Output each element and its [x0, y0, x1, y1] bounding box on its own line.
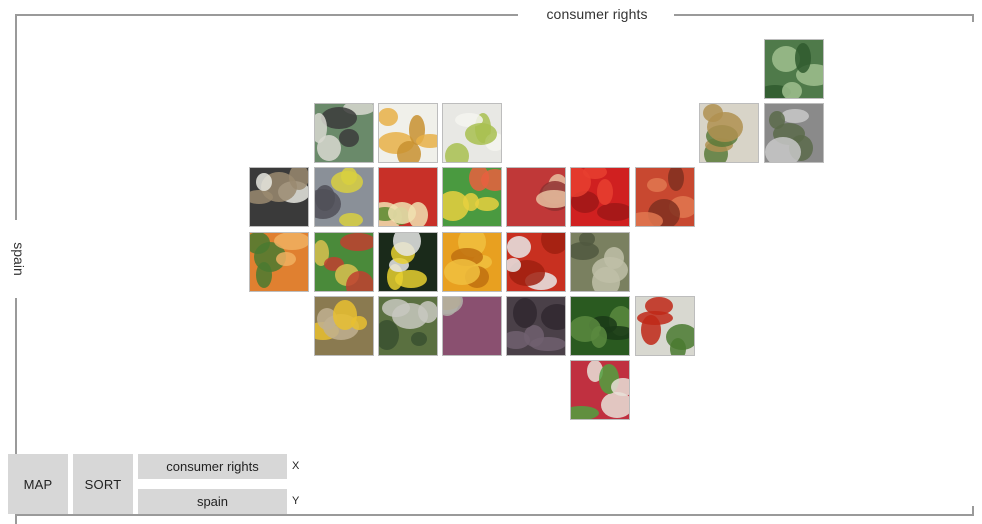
image-tile-apples-cut[interactable] [378, 167, 438, 227]
cucumber-photo-icon [765, 40, 823, 98]
image-tile-sunflower[interactable] [314, 296, 374, 356]
image-tile-cucumbers[interactable] [570, 296, 630, 356]
frame-line-right-bottom [972, 506, 974, 516]
image-tile-papaya[interactable] [249, 232, 309, 292]
y-axis-letter: Y [292, 495, 300, 507]
image-tile-greenhouse[interactable] [764, 103, 824, 163]
y-axis-title: spain [11, 242, 27, 276]
image-tile-tomatoes-vine[interactable] [635, 167, 695, 227]
image-tile-lemons-bottle[interactable] [378, 232, 438, 292]
greenhouse-photo-icon [765, 104, 823, 162]
tomatoes-photo-icon [571, 168, 629, 226]
apples-photo-icon [507, 168, 565, 226]
x-axis-title: consumer rights [546, 6, 648, 22]
frame-line-left-top [15, 14, 17, 220]
painting-photo-icon [443, 168, 501, 226]
tomato-branch-photo-icon [636, 297, 694, 355]
image-tile-pineapple[interactable] [699, 103, 759, 163]
image-tile-colorful-stall[interactable] [570, 360, 630, 420]
figs-photo-icon [507, 297, 565, 355]
image-tile-apples-red[interactable] [506, 167, 566, 227]
image-tile-tomatoes-red[interactable] [570, 167, 630, 227]
lemon-photo-icon [379, 233, 437, 291]
papaya-photo-icon [250, 233, 308, 291]
flower-photo-icon [315, 297, 373, 355]
kitchen-photo-icon [315, 168, 373, 226]
food-plate-photo-icon [379, 104, 437, 162]
market-photo-icon [315, 233, 373, 291]
image-tile-chips-plate[interactable] [378, 103, 438, 163]
orange-photo-icon [443, 233, 501, 291]
image-tile-oranges[interactable] [442, 232, 502, 292]
frame-line-bottom [16, 514, 974, 516]
image-tile-green-beans[interactable] [378, 296, 438, 356]
frame-line-top-right [674, 14, 974, 16]
image-tile-dark-fruit[interactable] [506, 296, 566, 356]
poster-photo-icon [315, 104, 373, 162]
sort-button[interactable]: SORT [73, 454, 133, 514]
image-tile-artichokes[interactable] [570, 232, 630, 292]
x-axis-select[interactable]: consumer rights [138, 454, 287, 479]
image-tile-onion-crate[interactable] [442, 296, 502, 356]
image-tile-tomato-crates[interactable] [506, 232, 566, 292]
apple-photo-icon [379, 168, 437, 226]
crate-photo-icon [507, 233, 565, 291]
chalkboard-photo-icon [250, 168, 308, 226]
image-tile-woman-poster[interactable] [314, 103, 374, 163]
onions-photo-icon [443, 297, 501, 355]
vine-tomatoes-photo-icon [636, 168, 694, 226]
image-tile-tomato-branch[interactable] [635, 296, 695, 356]
cucumbers-photo-icon [571, 297, 629, 355]
image-tile-rooftop-sign[interactable] [249, 167, 309, 227]
lime-photo-icon [443, 104, 501, 162]
image-tile-veg-market[interactable] [314, 232, 374, 292]
image-tile-cucumbers-wrapped[interactable] [764, 39, 824, 99]
x-axis-letter: X [292, 460, 300, 472]
image-tile-painted-fruit[interactable] [442, 167, 502, 227]
frame-line-top-left [16, 14, 518, 16]
y-axis-select[interactable]: spain [138, 489, 287, 514]
frame-line-right [972, 14, 974, 22]
image-tile-lime-cup[interactable] [442, 103, 502, 163]
pineapple-photo-icon [700, 104, 758, 162]
artichoke-photo-icon [571, 233, 629, 291]
stall-photo-icon [571, 361, 629, 419]
map-button[interactable]: MAP [8, 454, 68, 514]
beans-photo-icon [379, 297, 437, 355]
image-tile-kitchen-fruit[interactable] [314, 167, 374, 227]
